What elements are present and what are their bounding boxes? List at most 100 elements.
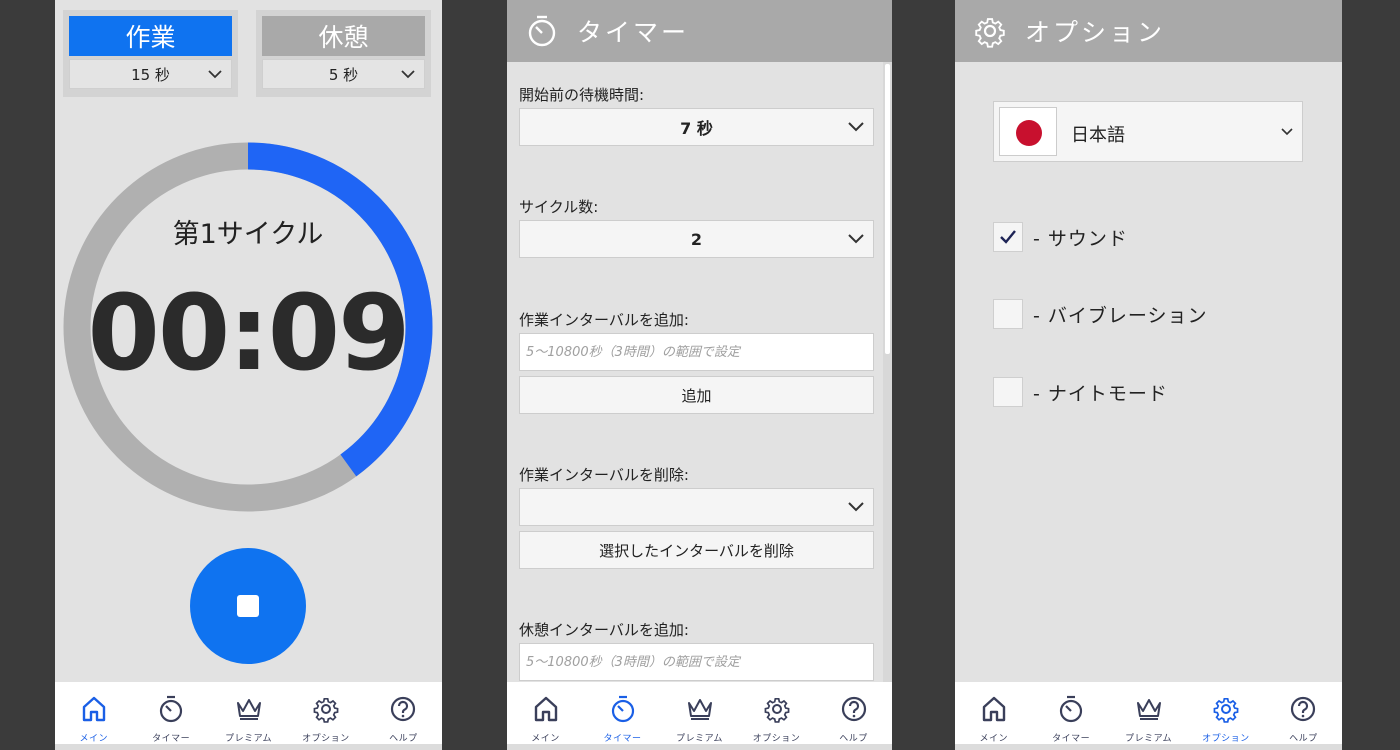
nav-item-timer[interactable]: タイマー [1032,682,1109,744]
vibration-label: - バイブレーション [1033,304,1208,327]
nav-item-label: プレミアム [225,734,272,744]
page-title: オプション [1025,18,1166,47]
help-icon [388,694,418,728]
stopwatch-icon [156,694,186,728]
chevron-down-icon [208,70,222,79]
add-rest-interval-label: 休憩インターバルを追加: [519,621,689,639]
bottom-nav: メイン タイマー プレミアム オプション ヘルプ [55,682,442,744]
gear-icon [311,694,341,728]
nav-item-premium[interactable]: プレミアム [1110,682,1187,744]
timer-header: タイマー [507,0,892,62]
home-icon [79,694,109,728]
nav-item-options[interactable]: オプション [738,682,815,744]
options-header: オプション [955,0,1342,62]
nav-item-home[interactable]: メイン [507,682,584,744]
crown-icon [685,694,715,728]
add-work-interval-input[interactable] [519,333,874,371]
scrollbar-thumb[interactable] [885,64,890,354]
page-title: タイマー [577,18,690,47]
chevron-down-icon [848,234,864,244]
add-work-interval-label: 作業インターバルを追加: [519,311,689,329]
cycle-count-label: サイクル数: [519,198,599,216]
chevron-down-icon [401,70,415,79]
home-icon [531,694,561,728]
rest-mode-panel: 休憩 5 秒 [256,10,431,97]
options-screen: オプション 日本語 - サウンド - バイブレーション - ナイトモード メイン… [955,0,1342,750]
cycle-count-value: 2 [690,229,703,249]
work-duration-value: 15 秒 [131,65,170,84]
work-mode-title[interactable]: 作業 [69,16,232,56]
cycle-label: 第1サイクル [172,219,324,250]
sound-option[interactable]: - サウンド [993,222,1128,252]
timer-ring: 第1サイクル 00:09 [63,142,433,512]
vibration-option[interactable]: - バイブレーション [993,299,1208,329]
sound-label: - サウンド [1033,227,1128,250]
gear-icon [1211,694,1241,728]
nav-item-label: オプション [1202,734,1250,744]
nav-item-label: タイマー [152,734,191,744]
bottom-nav: メイン タイマー プレミアム オプション ヘルプ [507,682,892,744]
nav-item-label: メイン [531,734,560,744]
nav-item-label: オプション [752,734,801,744]
remove-work-interval-label: 作業インターバルを削除: [519,466,689,484]
countdown-time: 00:09 [87,272,410,394]
nav-item-label: プレミアム [1125,734,1172,744]
nav-item-help[interactable]: ヘルプ [1265,682,1342,744]
stop-button[interactable] [190,548,306,664]
bottom-nav: メイン タイマー プレミアム オプション ヘルプ [955,682,1342,744]
language-value: 日本語 [1071,125,1125,146]
night-mode-checkbox[interactable] [993,377,1023,407]
nav-item-label: タイマー [1052,734,1091,744]
nav-item-home[interactable]: メイン [55,682,132,744]
stopwatch-icon [1056,694,1086,728]
wait-time-select[interactable]: 7 秒 [519,108,874,146]
stopwatch-icon [608,694,638,728]
remove-work-interval-select[interactable] [519,488,874,526]
crown-icon [234,694,264,728]
japan-flag-icon [999,107,1057,156]
nav-item-help[interactable]: ヘルプ [815,682,892,744]
remove-selected-interval-button[interactable]: 選択したインターバルを削除 [519,531,874,569]
chevron-down-icon [848,502,864,512]
nav-item-label: プレミアム [676,734,723,744]
help-icon [839,694,869,728]
nav-item-label: ヘルプ [1289,734,1318,744]
cycle-count-select[interactable]: 2 [519,220,874,258]
nav-item-label: メイン [79,734,108,744]
nav-item-help[interactable]: ヘルプ [365,682,442,744]
checkmark-icon [1000,230,1016,244]
gear-icon [762,694,792,728]
crown-icon [1134,694,1164,728]
sound-checkbox[interactable] [993,222,1023,252]
nav-item-home[interactable]: メイン [955,682,1032,744]
work-duration-select[interactable]: 15 秒 [69,59,232,89]
nav-item-label: タイマー [603,734,642,744]
timer-screen: タイマー 開始前の待機時間: 7 秒 サイクル数: 2 作業インターバルを追加:… [507,0,892,750]
help-icon [1288,694,1318,728]
chevron-down-icon [848,122,864,132]
nav-item-premium[interactable]: プレミアム [210,682,287,744]
language-select[interactable]: 日本語 [993,101,1303,162]
nav-item-label: ヘルプ [389,734,418,744]
night-mode-label: - ナイトモード [1033,382,1168,405]
nav-item-label: ヘルプ [839,734,868,744]
add-rest-interval-input[interactable] [519,643,874,681]
stopwatch-icon [528,15,556,47]
stop-icon [237,595,259,617]
add-work-interval-button[interactable]: 追加 [519,376,874,414]
rest-mode-title[interactable]: 休憩 [262,16,425,56]
rest-duration-select[interactable]: 5 秒 [262,59,425,89]
nav-item-options[interactable]: オプション [1187,682,1264,744]
night-mode-option[interactable]: - ナイトモード [993,377,1168,407]
nav-item-label: オプション [302,734,350,744]
wait-time-label: 開始前の待機時間: [519,86,645,104]
nav-item-timer[interactable]: タイマー [132,682,209,744]
nav-item-timer[interactable]: タイマー [584,682,661,744]
nav-item-options[interactable]: オプション [287,682,364,744]
nav-item-premium[interactable]: プレミアム [661,682,738,744]
vibration-checkbox[interactable] [993,299,1023,329]
gear-icon [975,18,1005,48]
rest-duration-value: 5 秒 [328,65,359,84]
home-icon [979,694,1009,728]
work-mode-panel: 作業 15 秒 [63,10,238,97]
